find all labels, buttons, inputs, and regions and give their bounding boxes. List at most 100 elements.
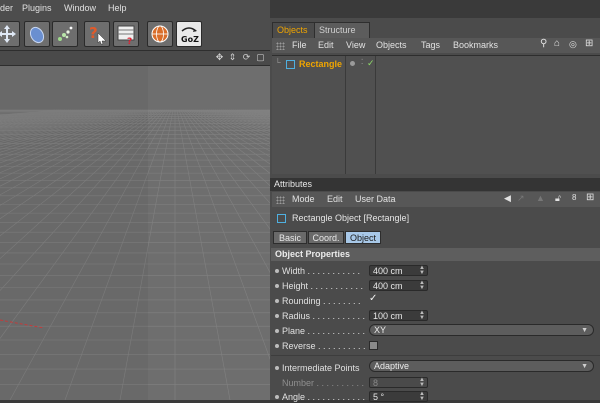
object-name[interactable]: Rectangle — [299, 59, 342, 69]
object-title: Rectangle Object [Rectangle] — [292, 213, 410, 223]
attr-menu-edit[interactable]: Edit — [327, 194, 343, 204]
keyframe-dot[interactable] — [275, 329, 279, 333]
svg-text:?: ? — [89, 24, 98, 42]
goz-button[interactable]: GoZ — [176, 21, 202, 47]
om-menu-file[interactable]: File — [292, 40, 307, 50]
width-field[interactable]: 400 cm ▲ ▼ — [369, 265, 428, 276]
move-view-icon[interactable]: ✥ — [214, 52, 225, 63]
up-arrow-icon[interactable]: ↗ — [517, 193, 525, 204]
tab-object[interactable]: Object — [345, 231, 381, 244]
chevron-down-icon: ▼ — [581, 363, 588, 370]
attr-menu-mode[interactable]: Mode — [292, 194, 315, 204]
intermediate-points-dropdown[interactable]: Adaptive ▼ — [369, 360, 594, 372]
search-icon[interactable]: ⚲ — [540, 38, 547, 49]
enabled-check-icon[interactable]: ✓ — [367, 58, 375, 69]
render-settings-button[interactable]: ? — [113, 21, 139, 47]
goz-label: GoZ — [181, 35, 199, 44]
column-divider — [375, 56, 376, 174]
home-icon[interactable]: ⌂ — [554, 38, 560, 49]
toolbar: ? ? GoZ — [0, 16, 270, 51]
stepper-icon[interactable]: ▲ ▼ — [419, 310, 425, 321]
new-window-icon[interactable]: ⊞ — [585, 38, 593, 49]
goz-icon: GoZ — [181, 27, 199, 44]
menu-bar: der Plugins Window Help — [0, 0, 270, 16]
plane-dropdown[interactable]: XY ▼ — [369, 324, 594, 336]
chevron-down-icon: ▼ — [581, 327, 588, 334]
keyframe-dot[interactable] — [275, 395, 279, 399]
render-settings-icon: ? — [117, 25, 135, 45]
move-arrows-icon — [0, 25, 16, 43]
stepper-icon[interactable]: ▲ ▼ — [419, 280, 425, 291]
radius-label: Radius . . . . . . . . . . . — [282, 311, 366, 321]
attributes-title: Attributes — [274, 179, 313, 189]
globe-icon — [151, 25, 169, 43]
globe-button[interactable] — [147, 21, 173, 47]
tab-structure[interactable]: Structure — [314, 22, 370, 38]
link-icon[interactable]: 8 — [572, 193, 576, 202]
particle-icon — [58, 26, 73, 41]
keyframe-dot[interactable] — [275, 284, 279, 288]
grip-icon — [276, 196, 285, 204]
number-value: 8 — [373, 378, 379, 388]
intermediate-points-value: Adaptive — [374, 361, 410, 371]
forward-arrow-icon[interactable]: ▲ — [536, 193, 545, 203]
back-arrow-icon[interactable]: ◀ — [504, 193, 511, 204]
visibility-dot-icon[interactable] — [350, 61, 355, 66]
keyframe-dot[interactable] — [275, 269, 279, 273]
keyframe-dot[interactable] — [275, 314, 279, 318]
rounding-checkbox[interactable]: ✓ — [369, 294, 378, 304]
keyframe-dot[interactable] — [275, 299, 279, 303]
om-menu-tags[interactable]: Tags — [421, 40, 440, 50]
attr-menu-user-data[interactable]: User Data — [355, 194, 396, 204]
width-value: 400 cm — [373, 266, 403, 276]
viewport[interactable] — [0, 66, 270, 400]
svg-text:?: ? — [127, 37, 132, 45]
radius-value: 100 cm — [373, 311, 403, 321]
eye-icon[interactable]: ◎ — [569, 39, 577, 50]
height-field[interactable]: 400 cm ▲ ▼ — [369, 280, 428, 291]
radius-field[interactable]: 100 cm ▲ ▼ — [369, 310, 428, 321]
menu-item-create[interactable]: der — [0, 3, 13, 13]
number-label: Number . . . . . . . . . . — [282, 378, 365, 388]
divider — [271, 355, 600, 356]
reverse-checkbox[interactable] — [369, 341, 378, 350]
tab-basic[interactable]: Basic — [273, 231, 307, 244]
keyframe-dot[interactable] — [275, 344, 279, 348]
menu-item-help[interactable]: Help — [108, 3, 127, 13]
spline-rectangle-icon — [286, 60, 295, 69]
floor-grid — [0, 66, 270, 400]
move-arrows-button[interactable] — [0, 21, 20, 47]
om-menu-view[interactable]: View — [346, 40, 365, 50]
angle-field[interactable]: 5 ° ▲ ▼ — [369, 391, 428, 402]
object-tree: └ Rectangle ⁚ ✓ — [272, 55, 600, 174]
number-field: 8 ▲ ▼ — [369, 377, 428, 388]
om-menu-edit[interactable]: Edit — [318, 40, 334, 50]
tree-row-rectangle[interactable]: └ Rectangle ⁚ ✓ — [272, 58, 600, 71]
om-menu-bookmarks[interactable]: Bookmarks — [453, 40, 498, 50]
tab-objects[interactable]: Objects — [272, 22, 320, 38]
maximize-view-icon[interactable]: ▢ — [255, 52, 266, 63]
menu-item-window[interactable]: Window — [64, 3, 96, 13]
stepper-icon: ▲ ▼ — [419, 377, 425, 388]
particle-button[interactable] — [52, 21, 78, 47]
help-pointer-button[interactable]: ? — [84, 21, 110, 47]
reverse-label: Reverse . . . . . . . . . . — [282, 341, 366, 351]
menu-item-plugins[interactable]: Plugins — [22, 3, 52, 13]
tab-coord[interactable]: Coord. — [308, 231, 344, 244]
stepper-icon[interactable]: ▲ ▼ — [419, 265, 425, 276]
new-window-icon[interactable]: ⊞ — [586, 192, 594, 203]
rotate-view-icon[interactable]: ⟳ — [241, 52, 252, 63]
grip-icon — [276, 42, 285, 50]
angle-label: Angle . . . . . . . . . . . . — [282, 392, 366, 402]
angle-value: 5 ° — [373, 392, 385, 402]
keyframe-dot[interactable] — [275, 366, 279, 370]
section-header: Object Properties — [271, 248, 600, 261]
stepper-icon[interactable]: ▲ ▼ — [419, 391, 425, 402]
zoom-view-icon[interactable]: ⇕ — [227, 52, 238, 63]
om-menu-objects[interactable]: Objects — [376, 40, 407, 50]
deformer-button[interactable] — [24, 21, 50, 47]
height-label: Height . . . . . . . . . . . — [282, 281, 364, 291]
render-dot-icon[interactable]: ⁚ — [361, 58, 363, 66]
lock-icon[interactable]: 🔓︎ — [555, 193, 561, 204]
plane-value: XY — [374, 325, 387, 335]
